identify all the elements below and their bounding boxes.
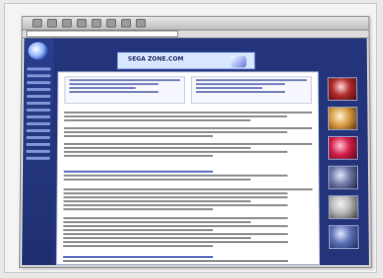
paragraph-2: [64, 125, 313, 139]
paragraph-7: [63, 254, 313, 264]
site-logo[interactable]: [28, 42, 48, 60]
nav-item-3[interactable]: [26, 81, 51, 85]
paragraph-7-line-2: [63, 260, 288, 263]
paragraph-5: [63, 186, 313, 212]
nav-item-10[interactable]: [26, 129, 51, 133]
page-viewport: SEGA ZONE.COM: [22, 38, 369, 266]
paragraph-3: [63, 141, 313, 159]
right-line-2[interactable]: [195, 83, 285, 86]
paragraph-1-line-3: [64, 119, 251, 122]
nav-list: [26, 67, 51, 163]
nav-item-9[interactable]: [26, 122, 51, 126]
paragraph-6-line-6: [63, 237, 251, 240]
thumbnail-4[interactable]: [328, 165, 359, 190]
paragraph-3-line-2: [63, 146, 251, 149]
nav-item-14[interactable]: [26, 156, 50, 160]
left-line-2[interactable]: [69, 83, 159, 86]
paragraph-5-line-1: [63, 188, 313, 191]
left-line-4[interactable]: [69, 90, 158, 93]
banner-graphic: [230, 55, 247, 68]
nav-item-5[interactable]: [26, 94, 51, 98]
paragraph-1-line-1: [64, 111, 312, 114]
toolbar-button-2[interactable]: [47, 18, 58, 28]
paragraph-5-line-5: [63, 204, 288, 207]
thumbnail-5[interactable]: [328, 195, 359, 220]
right-column-lines: [195, 79, 307, 93]
paragraph-2-line-3: [64, 135, 213, 138]
paragraph-4-line-3: [63, 178, 251, 181]
paragraph-6-line-5: [63, 233, 288, 236]
paragraph-6: [63, 215, 313, 249]
address-bar: [22, 30, 369, 39]
paragraph-4-line-2: [63, 174, 288, 177]
banner-text: SEGA ZONE.COM: [127, 55, 184, 63]
paragraph-3-line-3: [63, 150, 288, 153]
toolbar-button-3[interactable]: [61, 18, 72, 28]
paragraph-5-line-6: [63, 208, 213, 211]
paragraph-2-line-1: [64, 127, 313, 130]
left-column-lines: [69, 79, 181, 93]
nav-item-2[interactable]: [26, 74, 51, 78]
paragraph-6-line-8: [63, 245, 213, 248]
right-column-box: [191, 76, 312, 104]
nav-item-7[interactable]: [26, 108, 51, 112]
browser-toolbar: [22, 16, 369, 31]
paragraph-1-line-2: [64, 115, 288, 118]
left-navigation: [22, 38, 54, 266]
thumbnail-3[interactable]: [327, 136, 358, 160]
right-line-1[interactable]: [195, 79, 307, 82]
right-line-4[interactable]: [195, 90, 285, 93]
paragraph-5-line-2: [63, 192, 288, 195]
left-line-1[interactable]: [69, 79, 181, 82]
paragraph-6-line-7: [63, 241, 288, 244]
thumbnail-6[interactable]: [328, 225, 359, 250]
top-banner[interactable]: SEGA ZONE.COM: [116, 51, 256, 70]
toolbar-button-8[interactable]: [135, 18, 146, 28]
paragraph-1: [64, 110, 312, 124]
nav-item-1[interactable]: [26, 67, 51, 71]
screenshot-frame: SEGA ZONE.COM: [4, 3, 377, 273]
left-line-3[interactable]: [69, 87, 136, 89]
toolbar-button-5[interactable]: [91, 18, 102, 28]
paragraph-7-link[interactable]: [63, 256, 213, 259]
nav-item-12[interactable]: [26, 142, 51, 146]
nav-item-8[interactable]: [26, 115, 51, 119]
paragraph-6-line-1: [63, 217, 288, 220]
right-thumbnail-column: [321, 38, 367, 265]
toolbar-button-7[interactable]: [121, 18, 131, 28]
paragraph-3-line-1: [63, 142, 313, 145]
main-content: [56, 71, 320, 266]
paragraph-5-line-4: [63, 200, 251, 203]
paragraph-4-link[interactable]: [63, 170, 213, 173]
paragraph-2-line-2: [64, 131, 288, 134]
paragraph-6-line-4: [63, 229, 213, 232]
left-column-box: [64, 76, 186, 104]
paragraph-4: [63, 169, 313, 183]
site-title: [58, 42, 177, 52]
nav-item-11[interactable]: [26, 136, 51, 140]
address-input[interactable]: [26, 30, 179, 38]
toolbar-button-4[interactable]: [76, 18, 87, 28]
right-line-3[interactable]: [195, 87, 263, 89]
paragraph-6-line-2: [63, 221, 251, 224]
nav-item-4[interactable]: [26, 88, 51, 91]
toolbar-button-1[interactable]: [32, 18, 43, 28]
browser-window: SEGA ZONE.COM: [19, 15, 372, 269]
nav-item-13[interactable]: [26, 149, 51, 153]
toolbar-button-6[interactable]: [106, 18, 117, 28]
thumbnail-2[interactable]: [327, 106, 358, 131]
nav-item-6[interactable]: [26, 101, 51, 105]
paragraph-3-line-4: [63, 154, 213, 157]
thumbnail-1[interactable]: [327, 77, 358, 101]
paragraph-6-line-3: [63, 225, 288, 228]
paragraph-5-line-3: [63, 196, 288, 199]
